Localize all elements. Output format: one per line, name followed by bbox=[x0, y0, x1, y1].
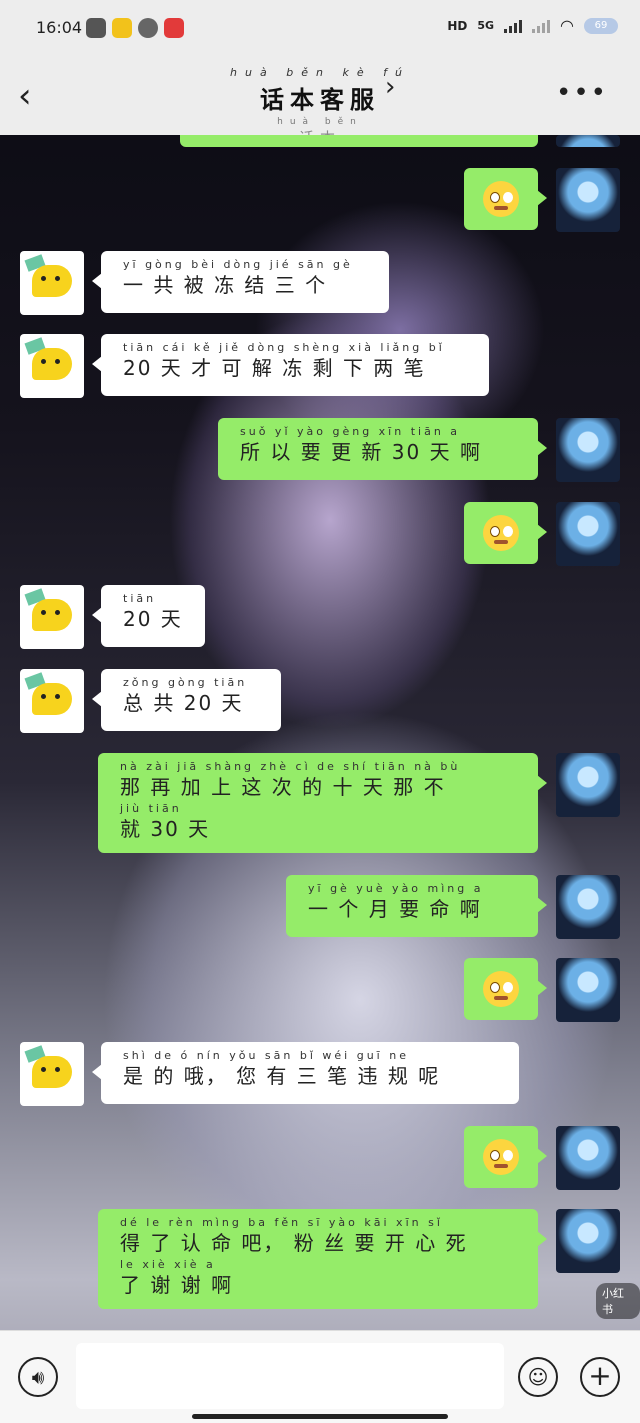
message-text: 一 共 被 冻 结 三 个 bbox=[123, 273, 328, 297]
message-text: 20 天 bbox=[123, 607, 183, 631]
nervous-face-emoji bbox=[483, 1139, 519, 1175]
title-pinyin: huà běn kè fú bbox=[230, 66, 410, 79]
message-text: 总 共 20 天 bbox=[123, 691, 244, 715]
voice-icon[interactable]: 🔊︎ bbox=[18, 1357, 58, 1397]
pinyin-line: suǒ yǐ yào gèng xīn tiān a bbox=[240, 425, 461, 438]
message-bubble[interactable]: dé le rèn mìng ba fěn sī yào kāi xīn sǐ 得… bbox=[98, 1209, 547, 1309]
sticker-message[interactable] bbox=[464, 958, 547, 1020]
more-options-icon[interactable]: ••• bbox=[556, 78, 608, 108]
battery-icon: 69 bbox=[584, 17, 618, 34]
chat-bubble-face-icon bbox=[32, 683, 72, 715]
watermark: 小红书 bbox=[596, 1283, 640, 1319]
network-label: 5G bbox=[477, 19, 495, 32]
signal-2-icon bbox=[532, 19, 551, 33]
message-bubble[interactable]: suǒ yǐ yào gèng xīn tiān a 所 以 要 更 新 30 天… bbox=[218, 418, 547, 480]
notification-app-icon bbox=[112, 18, 132, 38]
nervous-face-emoji bbox=[483, 181, 519, 217]
my-avatar[interactable] bbox=[556, 502, 620, 566]
chat-bubble-face-icon bbox=[32, 1056, 72, 1088]
message-bubble[interactable]: tiān cái kě jiě dòng shèng xià liǎng bǐ 2… bbox=[92, 334, 489, 396]
status-time: 16:04 bbox=[36, 18, 83, 37]
pinyin-line: tiān cái kě jiě dòng shèng xià liǎng bǐ bbox=[123, 341, 445, 354]
chat-bubble-face-icon bbox=[32, 265, 72, 297]
pinyin-line: le xiè xiè a bbox=[120, 1258, 216, 1271]
my-avatar[interactable] bbox=[556, 875, 620, 939]
message-text: 是 的 哦， 您 有 三 笔 违 规 呢 bbox=[123, 1064, 441, 1088]
cutoff-message-bubble bbox=[180, 135, 538, 147]
message-bubble[interactable]: yī gòng bèi dòng jié sān gè 一 共 被 冻 结 三 个 bbox=[92, 251, 389, 313]
chevron-right-icon[interactable]: › bbox=[385, 72, 395, 102]
nervous-face-emoji bbox=[483, 515, 519, 551]
message-text: 所 以 要 更 新 30 天 啊 bbox=[240, 440, 482, 464]
emoji-icon[interactable]: ☺ bbox=[518, 1357, 558, 1397]
service-avatar[interactable] bbox=[20, 334, 84, 398]
message-input[interactable] bbox=[76, 1343, 504, 1409]
chat-bubble-face-icon bbox=[32, 599, 72, 631]
pinyin-line: shì de ó nín yǒu sān bǐ wéi guī ne bbox=[123, 1049, 409, 1062]
message-bubble[interactable]: tiān 20 天 bbox=[92, 585, 205, 647]
message-text: 一 个 月 要 命 啊 bbox=[308, 897, 482, 921]
sticker-message[interactable] bbox=[464, 168, 547, 230]
sticker-message[interactable] bbox=[464, 502, 547, 564]
sticker-message[interactable] bbox=[464, 1126, 547, 1188]
message-text: 得 了 认 命 吧， 粉 丝 要 开 心 死 bbox=[120, 1231, 468, 1255]
pinyin-line: tiān bbox=[123, 592, 157, 605]
pinyin-line: jiù tiān bbox=[120, 802, 182, 815]
browser-icon bbox=[138, 18, 158, 38]
pinyin-line: yī gè yuè yào mìng a bbox=[308, 882, 484, 895]
message-text: 就 30 天 bbox=[120, 817, 211, 841]
status-bar: 16:04 HD 5G ◠ 69 bbox=[0, 0, 640, 58]
pinyin-line: dé le rèn mìng ba fěn sī yào kāi xīn sǐ bbox=[120, 1216, 443, 1229]
plus-icon[interactable]: + bbox=[580, 1357, 620, 1397]
message-text: 20 天 才 可 解 冻 剩 下 两 笔 bbox=[123, 356, 426, 380]
message-text: 那 再 加 上 这 次 的 十 天 那 不 bbox=[120, 775, 446, 799]
message-text: 了 谢 谢 啊 bbox=[120, 1273, 234, 1297]
my-avatar[interactable] bbox=[556, 1209, 620, 1273]
message-bubble[interactable]: yī gè yuè yào mìng a 一 个 月 要 命 啊 bbox=[286, 875, 547, 937]
my-avatar[interactable] bbox=[556, 135, 620, 147]
nervous-face-emoji bbox=[483, 971, 519, 1007]
my-avatar[interactable] bbox=[556, 418, 620, 482]
pinyin-line: nà zài jiā shàng zhè cì de shí tiān nà b… bbox=[120, 760, 461, 773]
service-avatar[interactable] bbox=[20, 669, 84, 733]
input-bar: 🔊︎ ☺ + bbox=[0, 1330, 640, 1423]
service-avatar[interactable] bbox=[20, 1042, 84, 1106]
home-indicator bbox=[192, 1414, 448, 1419]
signal-icon bbox=[504, 19, 523, 33]
pinyin-line: zǒng gòng tiān bbox=[123, 676, 248, 689]
service-avatar[interactable] bbox=[20, 251, 84, 315]
chat-bubble-face-icon bbox=[32, 348, 72, 380]
message-bubble[interactable]: shì de ó nín yǒu sān bǐ wéi guī ne 是 的 哦，… bbox=[92, 1042, 519, 1104]
message-bubble[interactable]: zǒng gòng tiān 总 共 20 天 bbox=[92, 669, 281, 731]
my-avatar[interactable] bbox=[556, 958, 620, 1022]
netease-music-icon bbox=[164, 18, 184, 38]
subtitle-pinyin: huà běn bbox=[277, 117, 363, 127]
my-avatar[interactable] bbox=[556, 1126, 620, 1190]
service-avatar[interactable] bbox=[20, 585, 84, 649]
page-title: 话本客服 bbox=[260, 86, 380, 114]
my-avatar[interactable] bbox=[556, 753, 620, 817]
pinyin-line: yī gòng bèi dòng jié sān gè bbox=[123, 258, 353, 271]
hd-label: HD bbox=[447, 18, 468, 33]
chat-header: ‹ huà běn kè fú 话本客服 huà běn 话本 › ••• bbox=[0, 58, 640, 147]
message-bubble[interactable]: nà zài jiā shàng zhè cì de shí tiān nà b… bbox=[98, 753, 547, 853]
wifi-icon: ◠ bbox=[560, 16, 574, 35]
my-avatar[interactable] bbox=[556, 168, 620, 232]
android-robot-icon bbox=[86, 18, 106, 38]
